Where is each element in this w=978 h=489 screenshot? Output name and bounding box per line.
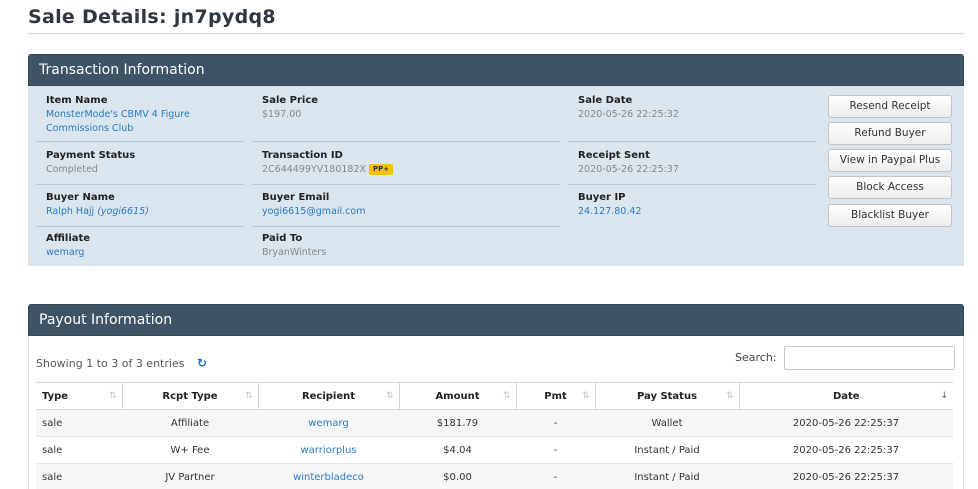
sale-price-value: $197.00 [262, 109, 302, 120]
transaction-id-field: Transaction ID 2C644499YV180182X PP+ [262, 149, 552, 177]
paypal-plus-badge: PP+ [369, 164, 394, 175]
buyer-username[interactable]: (yogi6615) [97, 206, 149, 217]
item-name-field: Item Name MonsterMode's CBMV 4 Figure Co… [46, 94, 236, 136]
paid-to-label: Paid To [262, 233, 303, 244]
table-row: sale W+ Fee warriorplus $4.04 - Instant … [36, 436, 953, 464]
sale-date-field: Sale Date 2020-05-26 22:25:32 [578, 94, 808, 122]
buyer-email-field: Buyer Email yogi6615@gmail.com [262, 191, 552, 219]
buyer-ip-field: Buyer IP 24.127.80.42 [578, 191, 808, 219]
transaction-id-label: Transaction ID [262, 150, 343, 161]
cell-pmt: - [516, 409, 595, 437]
column-header-pmt[interactable]: Pmt ⇅ [516, 382, 596, 410]
column-header-recipient[interactable]: Recipient ⇅ [258, 382, 400, 410]
divider [252, 184, 560, 185]
sort-icon: ⇅ [108, 391, 117, 401]
sort-icon: ⇅ [502, 391, 511, 401]
item-name-label: Item Name [46, 95, 108, 106]
column-header-date[interactable]: Date ↓ [739, 382, 953, 410]
cell-type: sale [36, 436, 122, 464]
cell-amount: $0.00 [399, 463, 516, 489]
cell-amount: $181.79 [399, 409, 516, 437]
transaction-panel-header: Transaction Information [28, 54, 964, 86]
refresh-icon[interactable]: ↻ [197, 356, 207, 370]
refund-buyer-button[interactable]: Refund Buyer [828, 122, 952, 145]
buyer-email-link[interactable]: yogi6615@gmail.com [262, 205, 552, 219]
buyer-email-label: Buyer Email [262, 192, 330, 203]
cell-type: sale [36, 463, 122, 489]
cell-date: 2020-05-26 22:25:37 [739, 409, 953, 437]
title-divider [28, 33, 964, 34]
blacklist-buyer-button[interactable]: Blacklist Buyer [828, 204, 952, 227]
buyer-ip-link[interactable]: 24.127.80.42 [578, 205, 808, 219]
cell-pmt: - [516, 463, 595, 489]
item-name-link[interactable]: MonsterMode's CBMV 4 Figure Commissions … [46, 108, 236, 136]
cell-type: sale [36, 409, 122, 437]
receipt-sent-field: Receipt Sent 2020-05-26 22:25:37 [578, 149, 808, 177]
cell-pay-status: Instant / Paid [595, 436, 739, 464]
receipt-sent-value: 2020-05-26 22:25:37 [578, 164, 679, 175]
buyer-name-link[interactable]: Ralph Hajj [46, 206, 94, 217]
cell-rcpt-type: Affiliate [122, 409, 258, 437]
view-paypal-plus-button[interactable]: View in Paypal Plus [828, 149, 952, 172]
sort-icon: ⇅ [244, 391, 253, 401]
affiliate-link[interactable]: wemarg [46, 246, 236, 260]
table-row: sale Affiliate wemarg $181.79 - Wallet 2… [36, 409, 953, 437]
column-header-rcpt-type[interactable]: Rcpt Type ⇅ [122, 382, 259, 410]
cell-pay-status: Wallet [595, 409, 739, 437]
sort-desc-icon: ↓ [940, 391, 948, 401]
column-header-type[interactable]: Type ⇅ [36, 382, 123, 410]
sale-date-value: 2020-05-26 22:25:32 [578, 109, 679, 120]
receipt-sent-label: Receipt Sent [578, 150, 650, 161]
search-label: Search: [735, 351, 777, 364]
paid-to-value: BryanWinters [262, 247, 327, 258]
cell-recipient-link[interactable]: warriorplus [258, 436, 399, 464]
payment-status-label: Payment Status [46, 150, 136, 161]
cell-rcpt-type: W+ Fee [122, 436, 258, 464]
search-input[interactable] [784, 346, 955, 370]
sort-icon: ⇅ [385, 391, 394, 401]
cell-date: 2020-05-26 22:25:37 [739, 436, 953, 464]
cell-pmt: - [516, 436, 595, 464]
divider [36, 184, 244, 185]
paid-to-field: Paid To BryanWinters [262, 232, 552, 260]
payout-panel-header: Payout Information [28, 304, 964, 336]
resend-receipt-button[interactable]: Resend Receipt [828, 95, 952, 118]
buyer-name-label: Buyer Name [46, 192, 115, 203]
sale-price-label: Sale Price [262, 95, 319, 106]
buyer-name-field: Buyer Name Ralph Hajj (yogi6615) [46, 191, 236, 219]
page-title: Sale Details: jn7pydq8 [28, 6, 276, 28]
divider [568, 184, 816, 185]
cell-recipient-link[interactable]: winterbladeco [258, 463, 399, 489]
cell-recipient-link[interactable]: wemarg [258, 409, 399, 437]
entries-info: Showing 1 to 3 of 3 entries [36, 357, 185, 370]
block-access-button[interactable]: Block Access [828, 176, 952, 199]
column-header-pay-status[interactable]: Pay Status ⇅ [595, 382, 740, 410]
divider [568, 141, 816, 142]
sale-price-field: Sale Price $197.00 [262, 94, 552, 122]
table-row: sale JV Partner winterbladeco $0.00 - In… [36, 463, 953, 489]
transaction-id-value: 2C644499YV180182X [262, 164, 367, 175]
affiliate-field: Affiliate wemarg [46, 232, 236, 260]
cell-date: 2020-05-26 22:25:37 [739, 463, 953, 489]
divider [252, 226, 560, 227]
affiliate-label: Affiliate [46, 233, 91, 244]
payment-status-field: Payment Status Completed [46, 149, 236, 177]
buyer-ip-label: Buyer IP [578, 192, 626, 203]
payment-status-value: Completed [46, 164, 98, 175]
column-header-amount[interactable]: Amount ⇅ [399, 382, 517, 410]
divider [252, 141, 560, 142]
divider [36, 141, 244, 142]
sale-date-label: Sale Date [578, 95, 633, 106]
table-header-row: Type ⇅ Rcpt Type ⇅ Recipient ⇅ Amount ⇅ Pmt ⇅… [36, 382, 953, 410]
divider [36, 226, 244, 227]
sort-icon: ⇅ [581, 391, 590, 401]
cell-pay-status: Instant / Paid [595, 463, 739, 489]
cell-amount: $4.04 [399, 436, 516, 464]
sort-icon: ⇅ [725, 391, 734, 401]
cell-rcpt-type: JV Partner [122, 463, 258, 489]
payout-table: Type ⇅ Rcpt Type ⇅ Recipient ⇅ Amount ⇅ Pmt ⇅… [36, 382, 953, 489]
